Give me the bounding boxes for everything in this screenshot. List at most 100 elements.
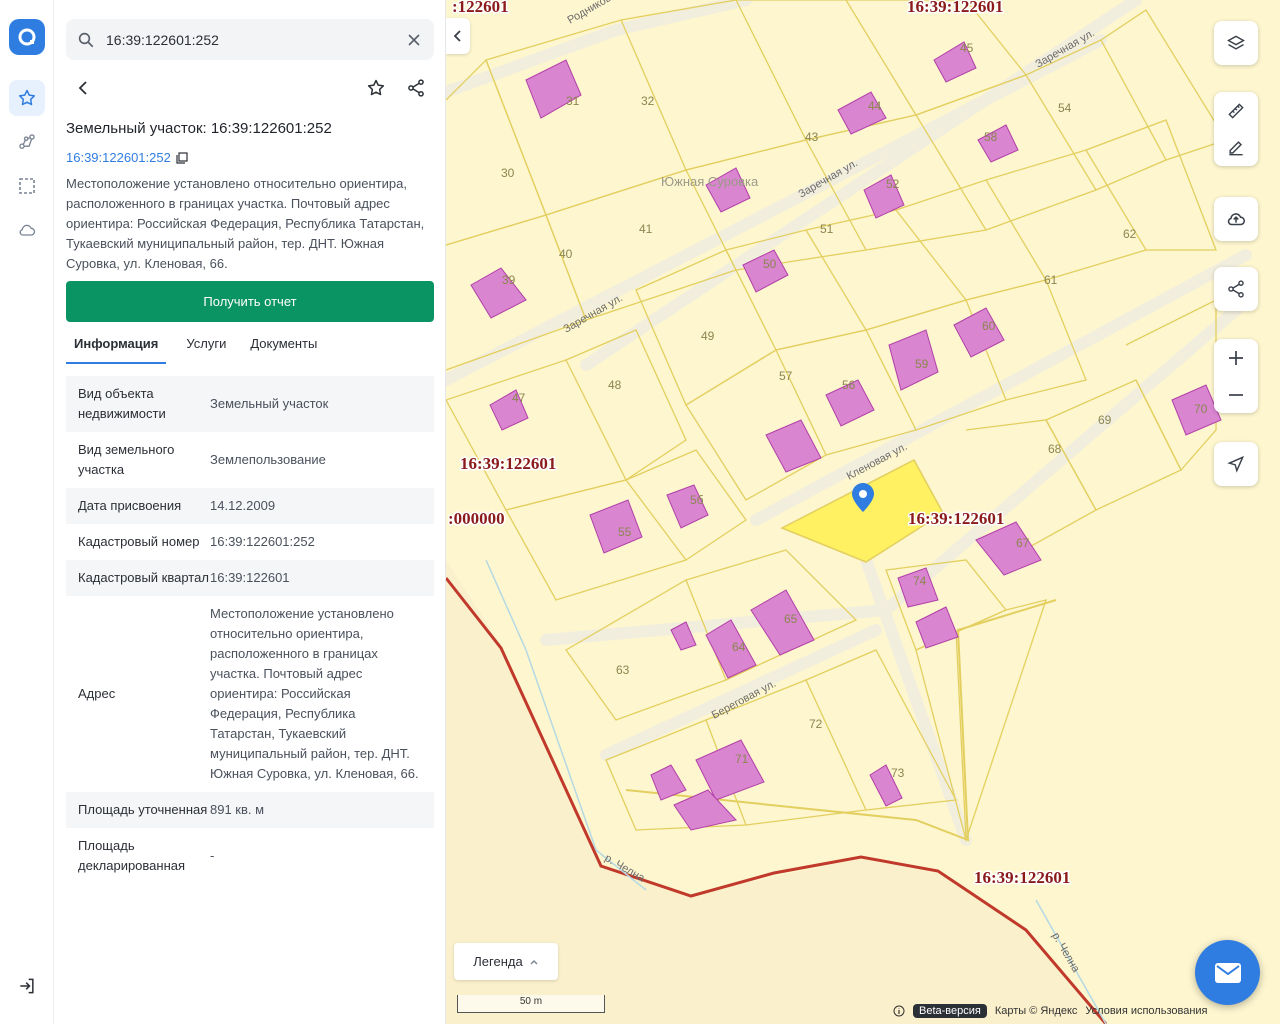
info-key: Площадь уточненная <box>78 802 208 817</box>
svg-text:62: 62 <box>1123 227 1137 241</box>
map-canvas[interactable]: 31 32 30 40 41 39 43 44 45 54 58 52 51 50 49 48 47 5… <box>446 0 1280 1024</box>
favorites-star-icon[interactable] <box>9 80 45 116</box>
locate-button[interactable] <box>1214 442 1258 486</box>
terms-link[interactable]: Условия использования <box>1085 1005 1207 1017</box>
svg-text:70: 70 <box>1194 402 1208 416</box>
collapse-panel-button[interactable] <box>446 18 470 54</box>
copy-icon[interactable] <box>176 151 188 164</box>
ruler-icon[interactable] <box>1214 92 1258 129</box>
info-value: - <box>210 848 215 863</box>
quarter-label-top-left: :122601 <box>452 0 509 16</box>
info-panel: Земельный участок: 16:39:122601:252 16:3… <box>54 0 446 1024</box>
svg-text:45: 45 <box>960 41 974 55</box>
measure-tools-group <box>1214 92 1258 166</box>
svg-text:32: 32 <box>641 94 655 108</box>
svg-text:52: 52 <box>886 177 900 191</box>
svg-text:65: 65 <box>784 612 798 626</box>
legend-label: Легенда <box>473 954 523 969</box>
layers-icon <box>1227 35 1245 50</box>
svg-text:59: 59 <box>915 357 929 371</box>
plus-icon[interactable] <box>1214 339 1258 376</box>
tab-bar: Информация Услуги Документы <box>66 332 434 364</box>
quarter-label-top: 16:39:122601 <box>907 0 1003 16</box>
search-icon[interactable] <box>76 30 96 50</box>
svg-text:5б: 5б <box>690 493 704 507</box>
info-key: Кадастровый квартал <box>78 570 209 585</box>
svg-text:61: 61 <box>1044 273 1058 287</box>
cadastral-map[interactable]: 31 32 30 40 41 39 43 44 45 54 58 52 51 50 49 48 47 5… <box>446 0 1280 1024</box>
select-area-icon[interactable] <box>9 168 45 204</box>
back-button[interactable] <box>66 70 102 106</box>
svg-text:41: 41 <box>639 222 653 236</box>
info-key: Вид объекта недвижимости <box>78 386 166 421</box>
chevron-left-icon <box>453 30 461 42</box>
page-title: Земельный участок: 16:39:122601:252 <box>66 120 332 137</box>
svg-text:68: 68 <box>1048 442 1062 456</box>
beta-badge: Beta-версия <box>913 1004 987 1018</box>
close-icon[interactable] <box>404 30 424 50</box>
info-value: 16:39:122601 <box>210 570 290 585</box>
mail-button[interactable] <box>1195 940 1260 1005</box>
nodes-icon[interactable] <box>9 124 45 160</box>
tab-services[interactable]: Услуги <box>178 332 234 364</box>
svg-text:67: 67 <box>1016 536 1030 550</box>
info-key: Площадь декларированная <box>78 838 186 873</box>
svg-text:54: 54 <box>1058 101 1072 115</box>
logout-icon[interactable] <box>9 968 45 1004</box>
svg-text:44: 44 <box>868 99 882 113</box>
quarter-label-zero: :000000 <box>448 509 505 528</box>
svg-text:72: 72 <box>809 717 823 731</box>
tab-information[interactable]: Информация <box>66 332 167 364</box>
svg-text:63: 63 <box>616 663 630 677</box>
info-row: Площадь уточненная 891 кв. м <box>66 792 434 828</box>
edit-icon[interactable] <box>1214 129 1258 166</box>
share-icon <box>1228 280 1244 298</box>
info-key: Адрес <box>78 686 116 701</box>
share-button[interactable] <box>398 70 434 106</box>
search-input[interactable] <box>106 31 404 48</box>
svg-text:55: 55 <box>618 525 632 539</box>
info-row: Дата присвоения 14.12.2009 <box>66 488 434 524</box>
scale-bar: 50 m <box>457 995 605 1013</box>
svg-text:71: 71 <box>735 752 749 766</box>
svg-text:58: 58 <box>984 130 998 144</box>
svg-text:31: 31 <box>566 94 580 108</box>
info-icon[interactable] <box>893 1005 905 1017</box>
get-report-button[interactable]: Получить отчет <box>66 281 434 322</box>
place-name: Южная Суровка <box>661 174 759 189</box>
logo-icon[interactable] <box>9 19 45 55</box>
minus-icon[interactable] <box>1214 376 1258 413</box>
svg-text:30: 30 <box>501 166 515 180</box>
zoom-controls <box>1214 339 1258 413</box>
cadastral-number-link[interactable]: 16:39:122601:252 <box>66 150 171 165</box>
svg-text:64: 64 <box>732 640 746 654</box>
info-value: 891 кв. м <box>210 802 265 817</box>
info-row: Кадастровый номер 16:39:122601:252 <box>66 524 434 560</box>
info-table: Вид объекта недвижимости Земельный участо… <box>66 376 434 884</box>
info-key: Вид земельного участка <box>78 442 175 477</box>
svg-text:47: 47 <box>512 391 526 405</box>
info-row: Адрес Местоположение установлено относите… <box>66 596 434 792</box>
svg-text:57: 57 <box>779 369 793 383</box>
tab-documents[interactable]: Документы <box>242 332 325 364</box>
upload-button[interactable] <box>1214 197 1258 241</box>
info-value: 16:39:122601:252 <box>210 534 315 549</box>
location-description: Местоположение установлено относительно … <box>66 176 425 271</box>
quarter-label-center: 16:39:122601 <box>908 509 1004 528</box>
maps-copyright[interactable]: Карты © Яндекс <box>995 1005 1078 1017</box>
info-value: 14.12.2009 <box>210 498 276 513</box>
back-icon <box>78 81 87 95</box>
share-map-button[interactable] <box>1214 267 1258 311</box>
layers-button[interactable] <box>1214 21 1258 65</box>
left-rail <box>0 0 54 1024</box>
cloud-icon[interactable] <box>9 212 45 248</box>
cadastral-link[interactable]: 16:39:122601:252 <box>66 150 188 165</box>
info-value: Местоположение установлено относительно … <box>210 606 419 781</box>
quarter-label-left: 16:39:122601 <box>460 454 556 473</box>
chevron-up-icon <box>530 959 538 964</box>
legend-button[interactable]: Легенда <box>454 943 558 980</box>
buildings <box>470 41 1222 831</box>
favorite-button[interactable] <box>358 70 394 106</box>
street-rodnikovaya: Родников <box>566 0 614 27</box>
mail-icon <box>1214 962 1241 983</box>
